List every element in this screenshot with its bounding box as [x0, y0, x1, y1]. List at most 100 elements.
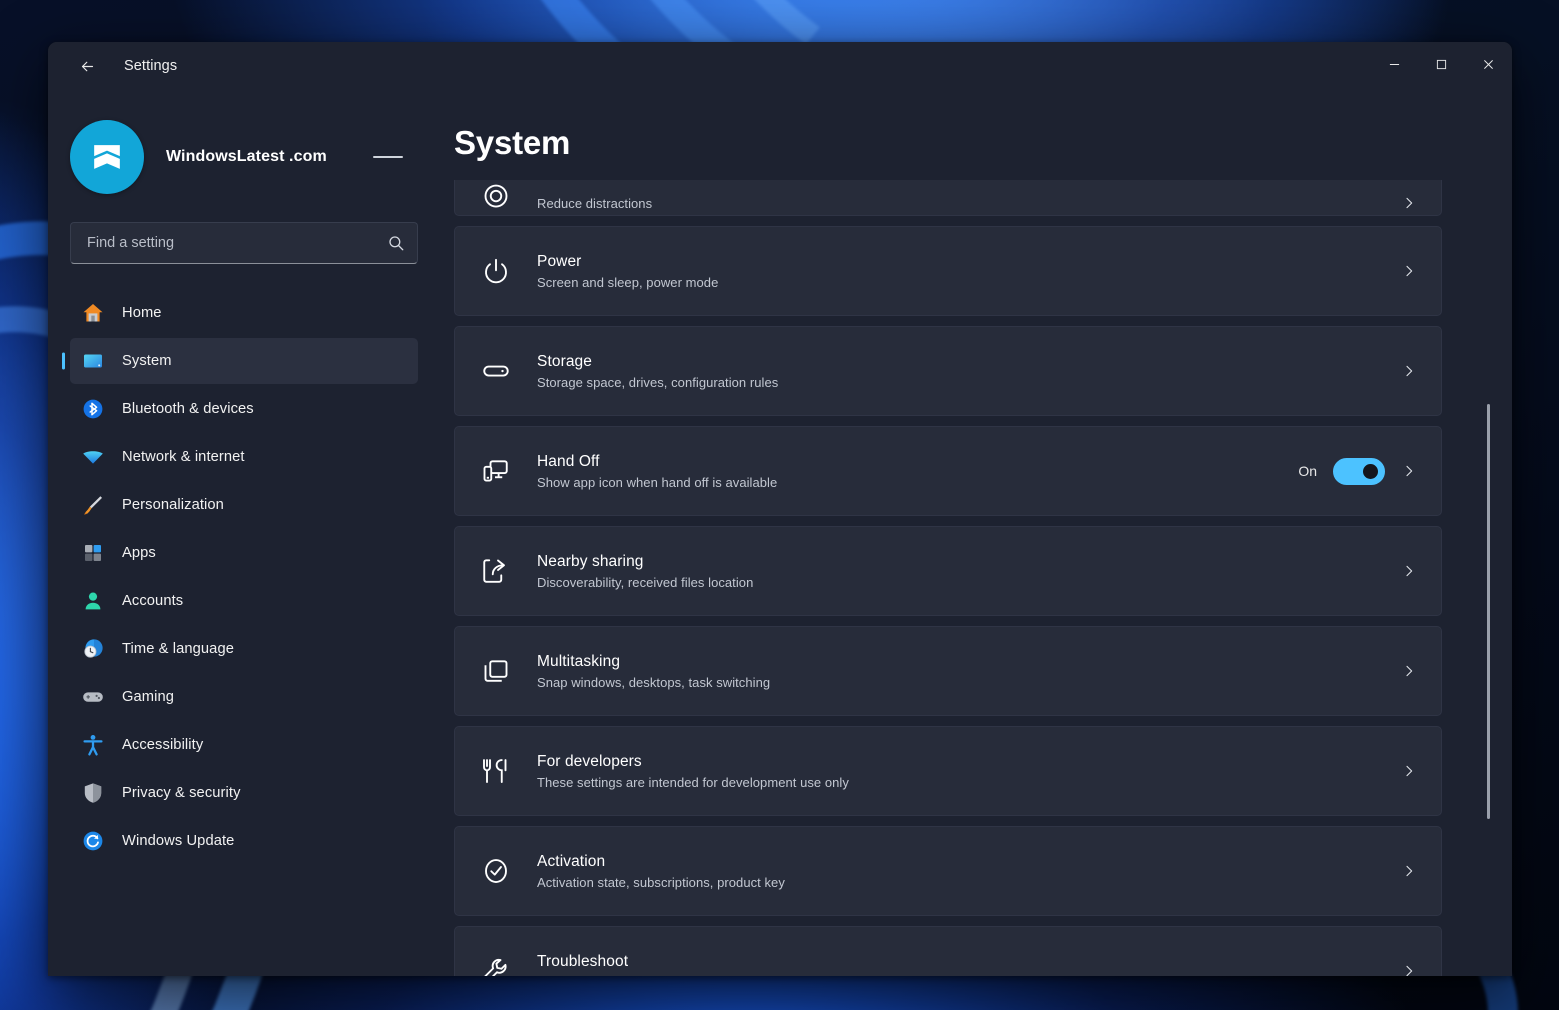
- sidebar-item-network[interactable]: Network & internet: [70, 434, 418, 480]
- sidebar-item-label: Windows Update: [122, 833, 234, 849]
- developer-tools-icon: [477, 756, 515, 786]
- settings-scroll-region[interactable]: Reduce distractions: [454, 180, 1512, 976]
- accessibility-icon: [80, 732, 106, 758]
- main-content: System Reduce distractions: [440, 104, 1512, 976]
- sidebar-item-bluetooth[interactable]: Bluetooth & devices: [70, 386, 418, 432]
- chevron-right-icon: [1401, 663, 1417, 679]
- settings-row-power[interactable]: Power Screen and sleep, power mode: [454, 226, 1442, 316]
- settings-row-subtitle: Show app icon when hand off is available: [537, 475, 1276, 490]
- clock-globe-icon: [80, 636, 106, 662]
- search-input[interactable]: [87, 235, 387, 251]
- paintbrush-icon: [80, 492, 106, 518]
- settings-row-subtitle: These settings are intended for developm…: [537, 775, 1379, 790]
- update-icon: [80, 828, 106, 854]
- back-button[interactable]: [70, 49, 104, 83]
- monitor-icon: [80, 348, 106, 374]
- sidebar-item-label: Bluetooth & devices: [122, 401, 254, 417]
- settings-row-title: Troubleshoot: [537, 953, 1379, 971]
- wifi-icon: [80, 444, 106, 470]
- maximize-button[interactable]: [1418, 42, 1465, 86]
- chevron-right-icon: [1401, 863, 1417, 879]
- settings-row-title: Activation: [537, 853, 1379, 871]
- settings-row-for-developers[interactable]: For developers These settings are intend…: [454, 726, 1442, 816]
- sidebar-item-label: Home: [122, 305, 162, 321]
- share-icon: [477, 556, 515, 586]
- page-title: System: [454, 104, 1512, 180]
- wrench-icon: [477, 956, 515, 976]
- sidebar-item-gaming[interactable]: Gaming: [70, 674, 418, 720]
- toggle-state-label: On: [1298, 463, 1317, 479]
- settings-row-activation[interactable]: Activation Activation state, subscriptio…: [454, 826, 1442, 916]
- hand-off-toggle[interactable]: [1333, 458, 1385, 485]
- settings-row-hand-off[interactable]: Hand Off Show app icon when hand off is …: [454, 426, 1442, 516]
- settings-row-title: Multitasking: [537, 653, 1379, 671]
- gamepad-icon: [80, 684, 106, 710]
- close-icon: [1483, 59, 1494, 70]
- chevron-right-icon: [1401, 963, 1417, 976]
- sidebar-item-label: Gaming: [122, 689, 174, 705]
- settings-row-subtitle: Snap windows, desktops, task switching: [537, 675, 1379, 690]
- sidebar: WindowsLatest .com: [48, 104, 440, 976]
- handoff-icon: [477, 456, 515, 486]
- settings-row-focus[interactable]: Reduce distractions: [454, 180, 1442, 216]
- settings-row-title: Power: [537, 253, 1379, 271]
- sidebar-item-label: Accessibility: [122, 737, 203, 753]
- person-icon: [80, 588, 106, 614]
- minimize-button[interactable]: [1371, 42, 1418, 86]
- sidebar-item-label: Network & internet: [122, 449, 245, 465]
- minimize-icon: [1389, 59, 1400, 70]
- shield-icon: [80, 780, 106, 806]
- check-circle-icon: [477, 856, 515, 886]
- power-icon: [477, 256, 515, 286]
- storage-icon: [477, 356, 515, 386]
- scrollbar-thumb[interactable]: [1487, 404, 1490, 819]
- banner-logo-icon: [85, 135, 129, 179]
- sidebar-item-time-language[interactable]: Time & language: [70, 626, 418, 672]
- account-block[interactable]: WindowsLatest .com: [70, 104, 418, 200]
- settings-row-title: Hand Off: [537, 453, 1276, 471]
- sidebar-item-label: Apps: [122, 545, 156, 561]
- settings-row-subtitle: Activation state, subscriptions, product…: [537, 875, 1379, 890]
- sidebar-item-label: Privacy & security: [122, 785, 241, 801]
- vertical-scrollbar[interactable]: [1487, 404, 1490, 976]
- settings-list: Reduce distractions: [454, 180, 1442, 976]
- chevron-right-icon: [1401, 363, 1417, 379]
- back-arrow-icon: [79, 58, 96, 75]
- settings-row-subtitle: Reduce distractions: [537, 196, 1379, 211]
- sidebar-nav: Home System: [70, 290, 418, 864]
- search-icon: [387, 234, 405, 252]
- chevron-right-icon: [1401, 763, 1417, 779]
- settings-row-nearby-sharing[interactable]: Nearby sharing Discoverability, received…: [454, 526, 1442, 616]
- settings-row-storage[interactable]: Storage Storage space, drives, configura…: [454, 326, 1442, 416]
- sidebar-item-privacy-security[interactable]: Privacy & security: [70, 770, 418, 816]
- sidebar-item-label: System: [122, 353, 172, 369]
- sidebar-item-label: Personalization: [122, 497, 224, 513]
- chevron-right-icon: [1401, 263, 1417, 279]
- sidebar-item-personalization[interactable]: Personalization: [70, 482, 418, 528]
- settings-row-title: For developers: [537, 753, 1379, 771]
- sidebar-item-system[interactable]: System: [70, 338, 418, 384]
- sidebar-item-accounts[interactable]: Accounts: [70, 578, 418, 624]
- home-icon: [80, 300, 106, 326]
- sidebar-item-apps[interactable]: Apps: [70, 530, 418, 576]
- sidebar-item-label: Time & language: [122, 641, 234, 657]
- sidebar-item-home[interactable]: Home: [70, 290, 418, 336]
- settings-row-troubleshoot[interactable]: Troubleshoot Recommended troubleshooters…: [454, 926, 1442, 976]
- sidebar-item-accessibility[interactable]: Accessibility: [70, 722, 418, 768]
- window-title: Settings: [124, 58, 177, 74]
- search-box[interactable]: [70, 222, 418, 264]
- close-button[interactable]: [1465, 42, 1512, 86]
- sidebar-item-label: Accounts: [122, 593, 183, 609]
- settings-row-title: Storage: [537, 353, 1379, 371]
- chevron-right-icon: [1401, 563, 1417, 579]
- window-titlebar: Settings: [48, 42, 1512, 104]
- settings-window: Settings: [48, 42, 1512, 976]
- window-controls: [1371, 42, 1512, 86]
- settings-row-multitasking[interactable]: Multitasking Snap windows, desktops, tas…: [454, 626, 1442, 716]
- settings-row-subtitle: Recommended troubleshooters, preferences…: [537, 975, 1379, 977]
- chevron-right-icon: [1401, 195, 1417, 211]
- maximize-icon: [1436, 59, 1447, 70]
- account-name: WindowsLatest .com: [166, 148, 327, 166]
- multitasking-icon: [477, 656, 515, 686]
- sidebar-item-windows-update[interactable]: Windows Update: [70, 818, 418, 864]
